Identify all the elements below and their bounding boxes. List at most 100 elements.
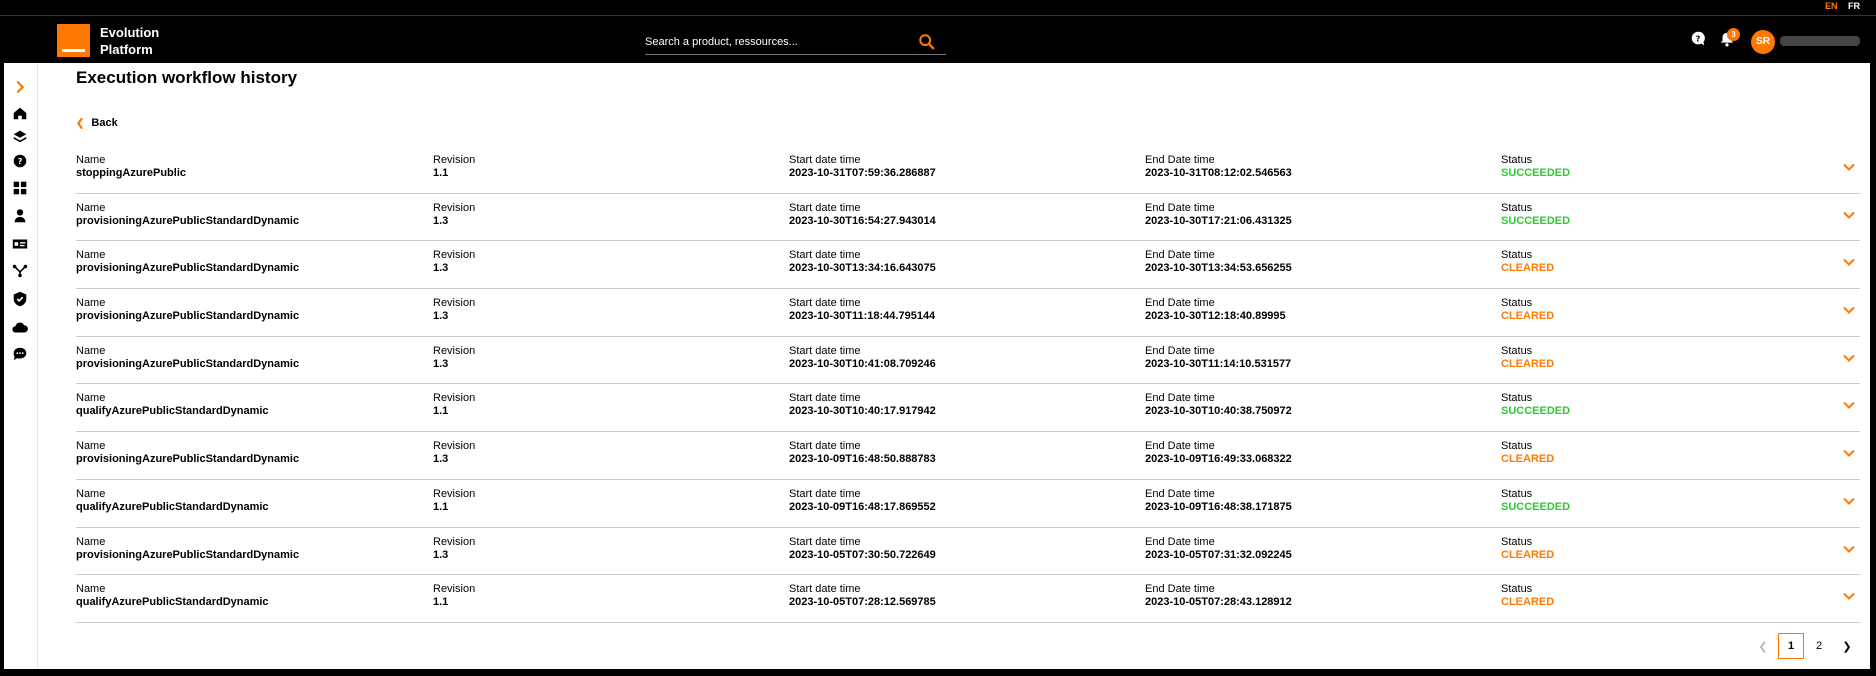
chevron-down-icon[interactable] bbox=[1842, 446, 1856, 460]
id-card-icon[interactable] bbox=[11, 235, 29, 253]
start-date-cell-label: Start date time bbox=[789, 440, 861, 453]
start-date-cell-label: Start date time bbox=[789, 487, 861, 500]
start-date-cell-value: 2023-10-30T10:40:17.917942 bbox=[789, 405, 936, 418]
name-cell-label: Name bbox=[76, 487, 106, 500]
back-link[interactable]: ❮ Back bbox=[76, 117, 118, 129]
name-cell-label: Name bbox=[76, 392, 106, 405]
name-cell-label: Name bbox=[76, 535, 106, 548]
start-date-cell-label: Start date time bbox=[789, 583, 861, 596]
status-cell: Status CLEARED bbox=[1501, 583, 1554, 609]
user-avatar[interactable]: SR bbox=[1751, 30, 1775, 54]
name-cell-value: provisioningAzurePublicStandardDynamic bbox=[76, 548, 300, 561]
status-cell: Status CLEARED bbox=[1501, 440, 1554, 466]
prev-page-button[interactable]: ❮ bbox=[1750, 633, 1776, 659]
chat-icon[interactable] bbox=[11, 345, 29, 363]
chevron-down-icon[interactable] bbox=[1842, 303, 1856, 317]
chevron-right-icon[interactable] bbox=[11, 78, 29, 96]
end-date-cell: End Date time 2023-10-30T13:34:53.656255 bbox=[1145, 249, 1292, 275]
table-row[interactable]: Name qualifyAzurePublicStandardDynamic Rev… bbox=[76, 575, 1860, 623]
cloud-icon[interactable] bbox=[11, 319, 29, 337]
revision-cell-label: Revision bbox=[433, 154, 476, 166]
help-icon[interactable]: ? bbox=[1689, 30, 1707, 48]
end-date-cell-label: End Date time bbox=[1145, 154, 1215, 166]
main-panel: Execution workflow history ❮ Back Name st… bbox=[76, 63, 1866, 669]
table-row[interactable]: Name provisioningAzurePublicStandardDynam… bbox=[76, 289, 1860, 337]
table-row[interactable]: Name provisioningAzurePublicStandardDynam… bbox=[76, 241, 1860, 290]
revision-cell-value: 1.3 bbox=[433, 453, 449, 466]
name-cell-label: Name bbox=[76, 297, 106, 310]
user-icon[interactable] bbox=[11, 207, 29, 225]
network-icon[interactable] bbox=[11, 262, 29, 280]
status-cell-label: Status bbox=[1501, 392, 1533, 405]
end-date-cell-value: 2023-10-05T07:31:32.092245 bbox=[1145, 548, 1292, 561]
table-row[interactable]: Name stoppingAzurePublic Revision 1.1 Start … bbox=[76, 146, 1860, 194]
status-cell-label: Status bbox=[1501, 583, 1533, 596]
revision-cell: Revision 1.3 bbox=[433, 536, 475, 562]
name-cell-value: provisioningAzurePublicStandardDynamic bbox=[76, 453, 300, 466]
start-date-cell-label: Start date time bbox=[789, 201, 861, 214]
shield-icon[interactable] bbox=[11, 290, 29, 308]
status-cell: Status CLEARED bbox=[1501, 249, 1554, 275]
status-badge: SUCCEEDED bbox=[1501, 167, 1571, 179]
page-1-button[interactable]: 1 bbox=[1778, 633, 1804, 659]
start-date-cell-label: Start date time bbox=[789, 249, 861, 262]
name-cell: Name qualifyAzurePublicStandardDynamic bbox=[76, 392, 269, 418]
dashboard-icon[interactable] bbox=[11, 179, 29, 197]
revision-cell-value: 1.1 bbox=[433, 167, 449, 179]
revision-cell-label: Revision bbox=[433, 487, 476, 500]
end-date-cell-label: End Date time bbox=[1145, 392, 1215, 405]
table-row[interactable]: Name provisioningAzurePublicStandardDynam… bbox=[76, 194, 1860, 242]
name-cell: Name provisioningAzurePublicStandardDynam… bbox=[76, 440, 299, 466]
end-date-cell-value: 2023-10-30T17:21:06.431325 bbox=[1145, 214, 1292, 227]
end-date-cell-value: 2023-10-05T07:28:43.128912 bbox=[1145, 596, 1292, 609]
status-cell: Status CLEARED bbox=[1501, 536, 1554, 562]
next-page-button[interactable]: ❯ bbox=[1834, 633, 1860, 659]
chevron-down-icon[interactable] bbox=[1842, 542, 1856, 556]
table-row[interactable]: Name qualifyAzurePublicStandardDynamic Rev… bbox=[76, 480, 1860, 528]
name-cell: Name provisioningAzurePublicStandardDynam… bbox=[76, 202, 299, 228]
end-date-cell: End Date time 2023-10-09T16:48:38.171875 bbox=[1145, 488, 1292, 514]
name-cell-value: provisioningAzurePublicStandardDynamic bbox=[76, 214, 300, 227]
chevron-down-icon[interactable] bbox=[1842, 398, 1856, 412]
chevron-down-icon[interactable] bbox=[1842, 351, 1856, 365]
search-input[interactable] bbox=[645, 31, 905, 53]
name-cell-label: Name bbox=[76, 344, 106, 357]
page-2-button[interactable]: 2 bbox=[1806, 633, 1832, 659]
table-row[interactable]: Name provisioningAzurePublicStandardDynam… bbox=[76, 528, 1860, 576]
status-badge: SUCCEEDED bbox=[1501, 405, 1571, 418]
search-icon[interactable] bbox=[918, 33, 936, 51]
catalog-icon[interactable] bbox=[11, 127, 29, 145]
orange-logo[interactable] bbox=[57, 24, 90, 57]
end-date-cell: End Date time 2023-10-05T07:31:32.092245 bbox=[1145, 536, 1292, 562]
status-badge: CLEARED bbox=[1501, 453, 1555, 466]
home-icon[interactable] bbox=[11, 104, 29, 122]
revision-cell-value: 1.1 bbox=[433, 500, 449, 513]
chevron-down-icon[interactable] bbox=[1842, 255, 1856, 269]
revision-cell: Revision 1.3 bbox=[433, 297, 475, 323]
revision-cell-value: 1.1 bbox=[433, 596, 449, 609]
sidebar: ? bbox=[4, 63, 38, 669]
name-cell-value: qualifyAzurePublicStandardDynamic bbox=[76, 500, 269, 513]
revision-cell-label: Revision bbox=[433, 440, 476, 453]
chevron-down-icon[interactable] bbox=[1842, 589, 1856, 603]
help-icon[interactable]: ? bbox=[11, 152, 29, 170]
lang-en[interactable]: EN bbox=[1825, 1, 1838, 11]
chevron-down-icon[interactable] bbox=[1842, 494, 1856, 508]
chevron-down-icon[interactable] bbox=[1842, 160, 1856, 174]
back-label: Back bbox=[91, 117, 118, 129]
language-bar: EN FR bbox=[0, 0, 1876, 16]
status-cell: Status CLEARED bbox=[1501, 297, 1554, 323]
table-row[interactable]: Name provisioningAzurePublicStandardDynam… bbox=[76, 432, 1860, 480]
chevron-left-icon: ❮ bbox=[76, 117, 85, 129]
table-row[interactable]: Name qualifyAzurePublicStandardDynamic Rev… bbox=[76, 384, 1860, 433]
username-redacted[interactable] bbox=[1780, 36, 1860, 46]
chevron-down-icon[interactable] bbox=[1842, 208, 1856, 222]
lang-fr[interactable]: FR bbox=[1848, 1, 1860, 11]
notification-badge: 3 bbox=[1727, 28, 1740, 41]
table-row[interactable]: Name provisioningAzurePublicStandardDynam… bbox=[76, 337, 1860, 385]
end-date-cell-label: End Date time bbox=[1145, 201, 1215, 214]
revision-cell-label: Revision bbox=[433, 249, 476, 262]
name-cell: Name provisioningAzurePublicStandardDynam… bbox=[76, 536, 299, 562]
revision-cell-value: 1.3 bbox=[433, 214, 449, 227]
brand-name[interactable]: Evolution Platform bbox=[100, 24, 159, 58]
